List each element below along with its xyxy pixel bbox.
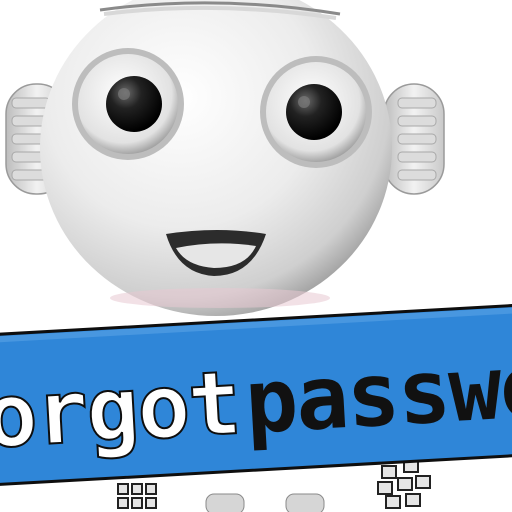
banner-text-forgot: orgot	[0, 351, 242, 468]
banner-text-password: passwor	[242, 331, 512, 454]
forgot-password-illustration: orgotpasswor	[0, 0, 512, 512]
banner-sign: orgotpasswor	[0, 302, 512, 487]
